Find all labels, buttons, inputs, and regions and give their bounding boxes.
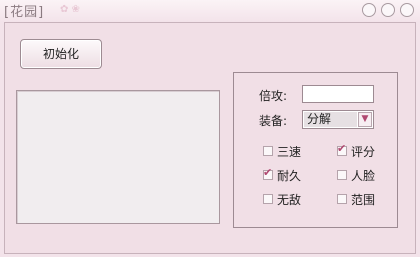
chevron-down-icon[interactable]: ▼ xyxy=(358,112,372,127)
multiplier-label: 倍攻: xyxy=(259,89,288,103)
multiplier-input[interactable] xyxy=(302,85,374,103)
equip-label: 装备: xyxy=(259,114,288,128)
log-area[interactable] xyxy=(16,90,220,224)
checkbox-naijiu[interactable]: ✔ xyxy=(263,166,273,180)
equip-selected-value: 分解 xyxy=(304,112,357,127)
checkbox-renlian[interactable] xyxy=(337,170,347,180)
checkbox-pingfen[interactable]: ✔ xyxy=(337,142,347,156)
equip-select[interactable]: 分解 ▼ xyxy=(302,110,374,129)
maximize-button[interactable] xyxy=(381,3,395,17)
option-label-fanwei: 范围 xyxy=(351,193,376,207)
check-icon: ✔ xyxy=(263,166,273,179)
option-label-wudi: 无敌 xyxy=(277,193,302,207)
window-title: [花园] xyxy=(4,5,45,20)
option-label-naijiu: 耐久 xyxy=(277,169,302,183)
option-label-sansu: 三速 xyxy=(277,145,302,159)
checkbox-sansu[interactable] xyxy=(263,146,273,156)
title-decoration-icon: ✿ ❀ xyxy=(60,4,80,15)
checkbox-fanwei[interactable] xyxy=(337,194,347,204)
check-icon: ✔ xyxy=(337,142,347,155)
title-bar: [花园] ✿ ❀ xyxy=(0,0,420,22)
close-button[interactable] xyxy=(400,3,414,17)
option-label-renlian: 人脸 xyxy=(351,169,376,183)
checkbox-wudi[interactable] xyxy=(263,194,273,204)
option-label-pingfen: 评分 xyxy=(351,145,376,159)
minimize-button[interactable] xyxy=(362,3,376,17)
init-button[interactable]: 初始化 xyxy=(20,39,102,69)
